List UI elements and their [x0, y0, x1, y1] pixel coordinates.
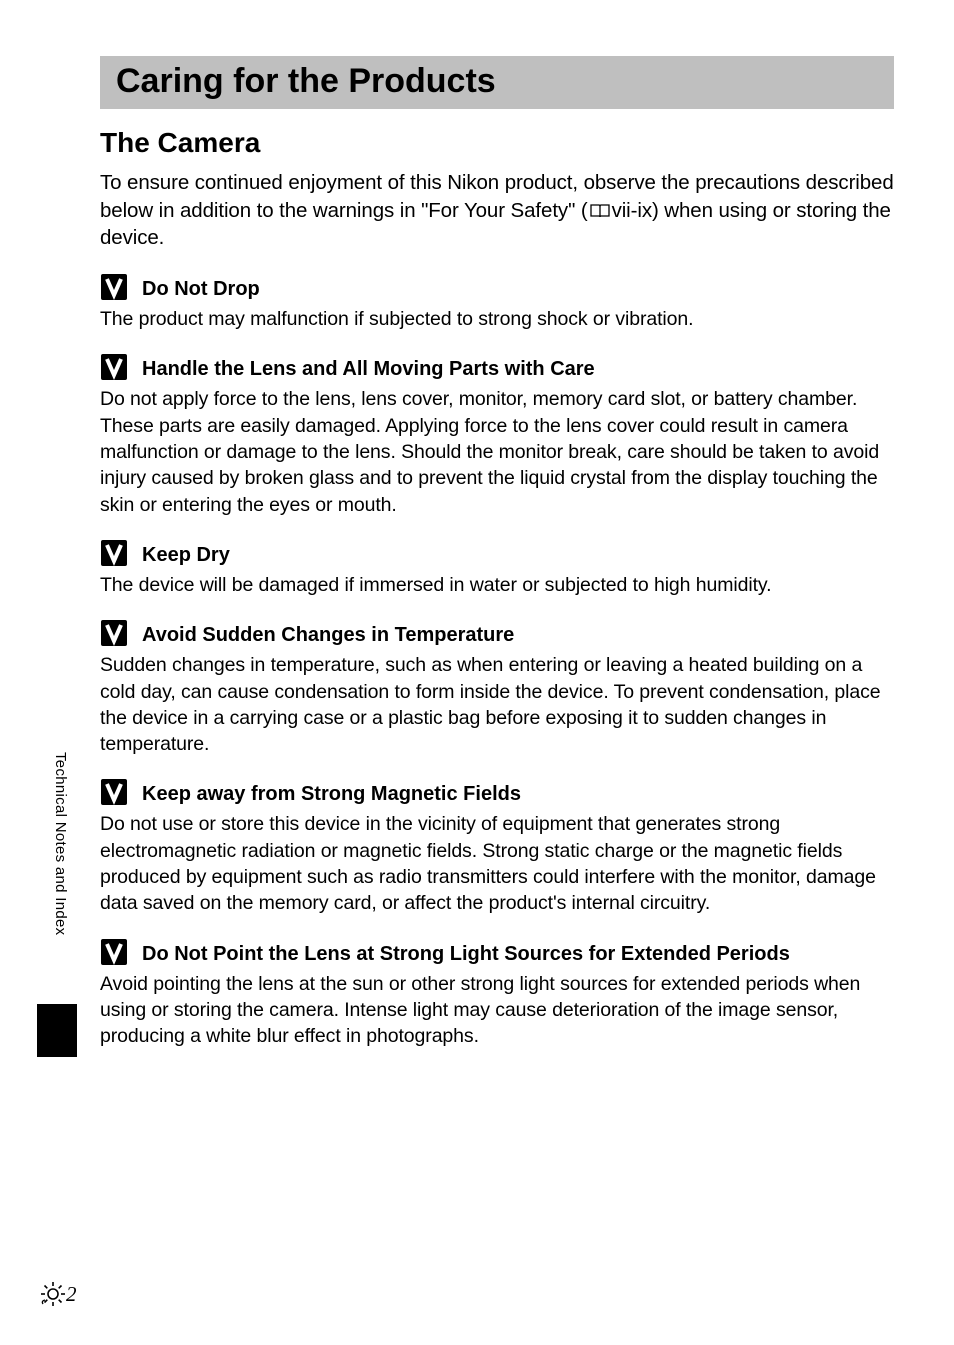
page-number: 2: [66, 1282, 77, 1307]
section-body: Avoid pointing the lens at the sun or ot…: [100, 971, 894, 1050]
warning-section: Do Not Drop The product may malfunction i…: [100, 272, 894, 332]
section-body: The product may malfunction if subjected…: [100, 306, 894, 332]
warning-section: Do Not Point the Lens at Strong Light So…: [100, 937, 894, 1050]
warning-checkbox-icon: [100, 539, 128, 567]
section-header: Do Not Point the Lens at Strong Light So…: [100, 937, 894, 967]
section-header: Keep Dry: [100, 538, 894, 568]
warning-section: Keep Dry The device will be damaged if im…: [100, 538, 894, 598]
warning-checkbox-icon: [100, 938, 128, 966]
footer-sun-icon: [40, 1281, 66, 1307]
main-heading: Caring for the Products: [116, 62, 878, 101]
warning-checkbox-icon: [100, 619, 128, 647]
main-heading-bar: Caring for the Products: [100, 56, 894, 109]
section-title: Do Not Drop: [142, 272, 260, 302]
intro-paragraph: To ensure continued enjoyment of this Ni…: [100, 169, 894, 252]
section-title: Handle the Lens and All Moving Parts wit…: [142, 352, 595, 382]
sections-container: Do Not Drop The product may malfunction i…: [98, 272, 894, 1050]
section-header: Handle the Lens and All Moving Parts wit…: [100, 352, 894, 382]
warning-section: Keep away from Strong Magnetic Fields Do …: [100, 777, 894, 916]
warning-checkbox-icon: [100, 778, 128, 806]
warning-section: Avoid Sudden Changes in Temperature Sudde…: [100, 618, 894, 757]
warning-section: Handle the Lens and All Moving Parts wit…: [100, 352, 894, 518]
manual-reference-icon: [589, 199, 611, 215]
sub-heading: The Camera: [100, 127, 894, 159]
section-title: Keep Dry: [142, 538, 230, 568]
warning-checkbox-icon: [100, 353, 128, 381]
section-title: Keep away from Strong Magnetic Fields: [142, 777, 521, 807]
section-header: Avoid Sudden Changes in Temperature: [100, 618, 894, 648]
section-title: Do Not Point the Lens at Strong Light So…: [142, 937, 790, 967]
section-body: Do not apply force to the lens, lens cov…: [100, 386, 894, 518]
sidebar-section-label: Technical Notes and Index: [52, 752, 69, 935]
warning-checkbox-icon: [100, 273, 128, 301]
sidebar-tab-marker: [37, 1004, 77, 1057]
section-body: Do not use or store this device in the v…: [100, 811, 894, 916]
section-header: Keep away from Strong Magnetic Fields: [100, 777, 894, 807]
section-header: Do Not Drop: [100, 272, 894, 302]
section-body: Sudden changes in temperature, such as w…: [100, 652, 894, 757]
section-body: The device will be damaged if immersed i…: [100, 572, 894, 598]
section-title: Avoid Sudden Changes in Temperature: [142, 618, 514, 648]
page-footer: 2: [40, 1281, 77, 1307]
page-container: Caring for the Products The Camera To en…: [0, 0, 954, 1345]
